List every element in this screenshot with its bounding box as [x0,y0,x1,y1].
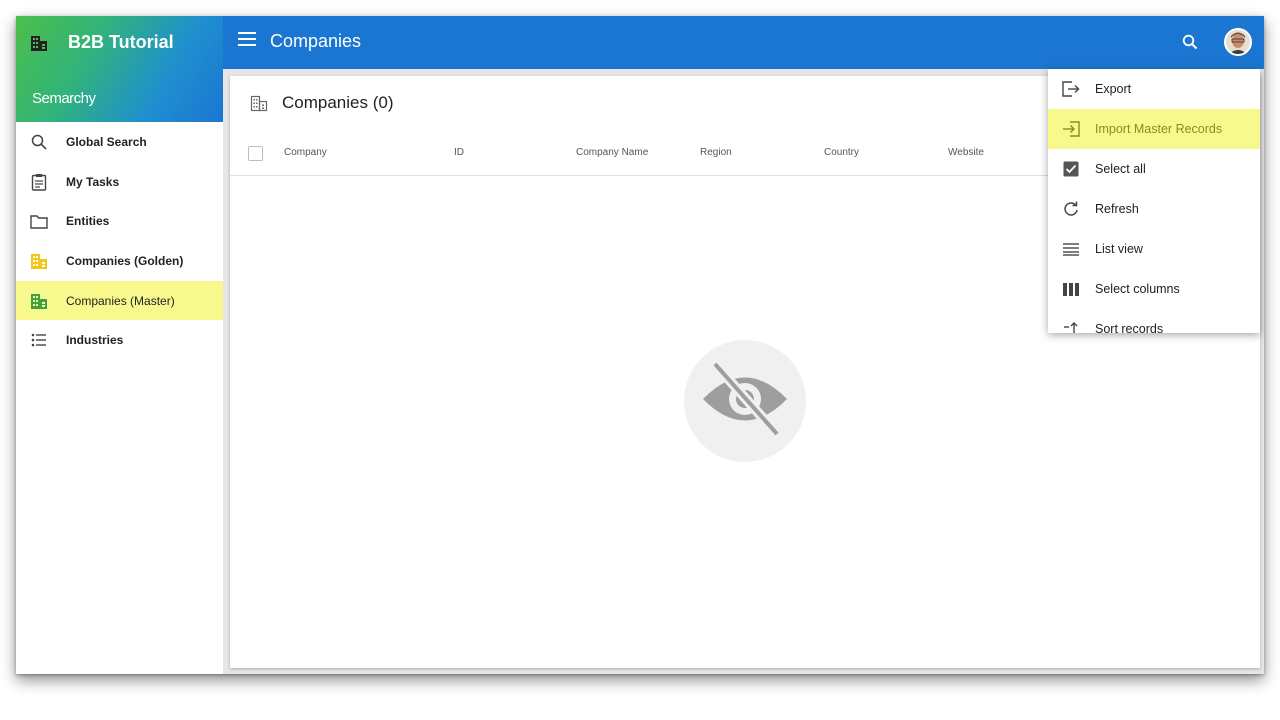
sidebar-item-label: Companies (Master) [66,293,175,308]
export-icon [1062,80,1080,98]
import-icon [1062,120,1080,138]
sidebar-item-my-tasks[interactable]: My Tasks [16,162,223,202]
actions-menu: Export Import Master Records Select all … [1048,69,1260,333]
menu-item-select-all[interactable]: Select all [1048,149,1260,189]
avatar[interactable] [1224,28,1252,56]
menu-item-select-columns[interactable]: Select columns [1048,269,1260,309]
list-title: Companies (0) [282,93,394,112]
building-icon [30,34,48,57]
menu-item-label: Refresh [1095,202,1139,216]
sidebar-item-label: Companies (Golden) [66,253,184,268]
sidebar-nav: Global Search My Tasks Entities Companie… [16,122,223,360]
search-icon[interactable] [1182,34,1200,52]
menu-item-label: Import Master Records [1095,122,1223,136]
column-header-website[interactable]: Website [948,147,984,158]
column-header-company-name[interactable]: Company Name [576,147,648,158]
brand-logo-text: Semarchy [32,90,96,107]
checkbox-checked-icon [1062,160,1080,178]
clipboard-icon [30,173,48,191]
menu-item-export[interactable]: Export [1048,69,1260,109]
sidebar-item-label: My Tasks [66,174,120,189]
menu-icon[interactable] [238,32,256,52]
menu-item-label: Export [1095,82,1132,96]
menu-item-label: List view [1095,242,1143,256]
app-name: B2B Tutorial [68,32,174,52]
list-view-icon [1062,240,1080,258]
menu-item-label: Select columns [1095,282,1180,296]
sidebar-item-label: Entities [66,214,110,229]
sidebar: B2B Tutorial Semarchy Global Search My T… [16,16,223,674]
page-title: Companies [270,31,362,51]
column-header-country[interactable]: Country [824,147,859,158]
folder-icon [30,212,48,230]
refresh-icon [1062,200,1080,218]
menu-item-label: Select all [1095,162,1146,176]
sidebar-item-global-search[interactable]: Global Search [16,122,223,162]
select-all-checkbox[interactable] [248,146,263,161]
app-window: B2B Tutorial Semarchy Global Search My T… [16,16,1264,674]
menu-item-list-view[interactable]: List view [1048,229,1260,269]
building-icon [30,252,48,270]
menu-item-sort-records[interactable]: Sort records [1048,309,1260,333]
menu-item-refresh[interactable]: Refresh [1048,189,1260,229]
column-header-region[interactable]: Region [700,147,732,158]
sidebar-item-entities[interactable]: Entities [16,201,223,241]
building-icon [250,94,268,117]
sidebar-item-companies-golden[interactable]: Companies (Golden) [16,241,223,281]
top-app-bar: Companies [223,16,1264,69]
columns-icon [1062,280,1080,298]
search-icon [30,133,48,151]
eye-off-icon [699,360,791,443]
sidebar-item-label: Global Search [66,134,147,149]
list-icon [30,331,48,349]
menu-item-label: Sort records [1095,322,1164,333]
column-header-id[interactable]: ID [454,147,464,158]
empty-state [684,340,806,462]
sidebar-item-label: Industries [66,333,124,348]
sidebar-item-companies-master[interactable]: Companies (Master) [16,280,223,321]
column-header-company[interactable]: Company [284,147,327,158]
sort-icon [1062,320,1080,333]
sidebar-item-industries[interactable]: Industries [16,320,223,360]
building-icon [30,292,48,310]
menu-item-import-master-records[interactable]: Import Master Records [1048,109,1260,149]
brand-header: B2B Tutorial Semarchy [16,16,223,122]
